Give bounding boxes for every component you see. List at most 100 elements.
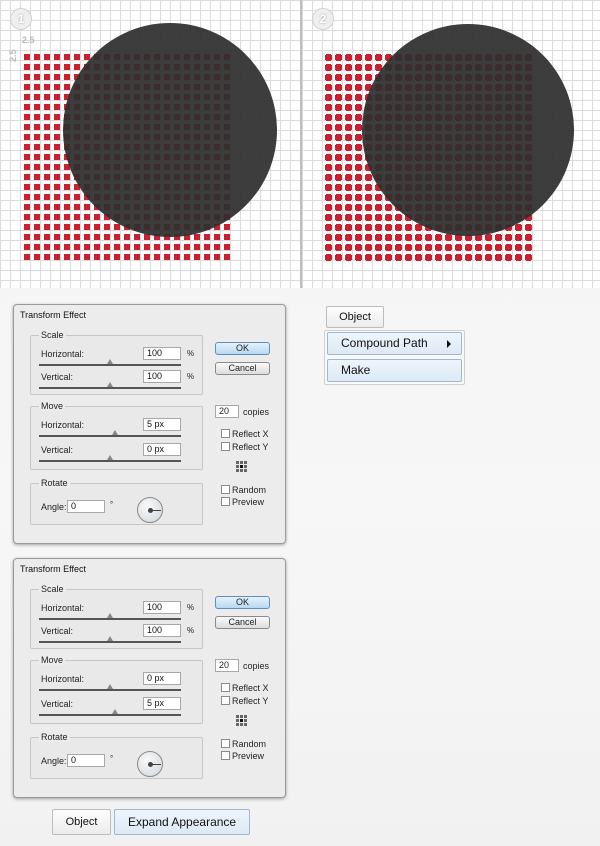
artboard-step-1: 1 2.5 2.5 [0,0,300,288]
reflect-y-checkbox[interactable] [221,696,230,705]
move-vertical-slider[interactable] [39,460,181,462]
scale-vertical-slider[interactable] [39,641,181,643]
cancel-button[interactable]: Cancel [215,616,270,629]
scale-vertical-label: Vertical: [41,372,74,382]
transform-effect-dialog-1: Transform Effect Scale Horizontal: 100 %… [13,304,286,544]
scale-horizontal-unit: % [187,349,195,358]
width-dimension-label: 2.5 [22,35,35,45]
move-horizontal-slider[interactable] [39,689,181,691]
scale-vertical-slider-thumb[interactable] [107,382,113,387]
preview-label: Preview [232,751,265,761]
compound-path-menu-item[interactable]: Compound Path [327,332,462,355]
move-horizontal-slider[interactable] [39,435,181,437]
dialog-title: Transform Effect [20,564,87,574]
scale-horizontal-unit: % [187,603,195,612]
transform-effect-dialog-2: Transform Effect Scale Horizontal: 100 %… [13,558,286,798]
step-badge-1: 1 [10,8,32,30]
angle-dial[interactable] [137,751,163,777]
scale-group-label: Scale [39,584,66,594]
copies-input[interactable]: 20 [215,659,239,672]
move-vertical-slider-thumb[interactable] [107,455,113,460]
ok-button[interactable]: OK [215,342,270,355]
reflect-x-label: Reflect X [232,683,269,693]
copies-label: copies [243,407,270,417]
angle-input[interactable]: 0 [67,754,105,767]
ok-button[interactable]: OK [215,596,270,609]
scale-horizontal-input[interactable]: 100 [143,347,181,360]
reflect-x-checkbox[interactable] [221,429,230,438]
move-vertical-input[interactable]: 0 px [143,443,181,456]
cancel-button[interactable]: Cancel [215,362,270,375]
expand-appearance-menu-item[interactable]: Expand Appearance [114,809,250,835]
dialog-title: Transform Effect [20,310,87,320]
reflect-x-checkbox[interactable] [221,683,230,692]
reflect-y-option[interactable]: Reflect Y [221,442,268,452]
angle-input[interactable]: 0 [67,500,105,513]
angle-dial[interactable] [137,497,163,523]
move-vertical-label: Vertical: [41,699,74,709]
move-vertical-slider-thumb[interactable] [112,709,118,714]
scale-vertical-input[interactable]: 100 [143,624,181,637]
make-menu-item[interactable]: Make [327,359,462,382]
reference-point-icon[interactable] [236,461,248,473]
scale-horizontal-label: Horizontal: [41,349,85,359]
random-option[interactable]: Random [221,739,266,749]
scale-horizontal-slider[interactable] [39,618,181,620]
reflect-x-option[interactable]: Reflect X [221,683,269,693]
step-badge-2: 2 [312,8,334,30]
object-menu-button-bottom[interactable]: Object [52,809,111,835]
scale-group: Scale Horizontal: 100 % Vertical: 100 % [30,584,203,649]
scale-group: Scale Horizontal: 100 % Vertical: 100 % [30,330,203,395]
random-option[interactable]: Random [221,485,266,495]
scale-vertical-slider[interactable] [39,387,181,389]
move-horizontal-slider-thumb[interactable] [107,684,113,689]
angle-dial-center [148,508,153,513]
reflect-y-checkbox[interactable] [221,442,230,451]
scale-vertical-unit: % [187,372,195,381]
scale-vertical-label: Vertical: [41,626,74,636]
move-horizontal-input[interactable]: 5 px [143,418,181,431]
compound-path-label: Compound Path [341,336,428,350]
preview-option[interactable]: Preview [221,751,264,761]
reference-point-icon[interactable] [236,715,248,727]
scale-group-label: Scale [39,330,66,340]
angle-dial-center [148,762,153,767]
preview-checkbox[interactable] [221,751,230,760]
angle-label: Angle: [41,756,67,766]
random-checkbox[interactable] [221,485,230,494]
reflect-y-label: Reflect Y [232,696,269,706]
move-vertical-slider[interactable] [39,714,181,716]
artwork-step-1 [24,23,277,260]
move-group: Move Horizontal: 0 px Vertical: 5 px [30,655,203,724]
copies-input[interactable]: 20 [215,405,239,418]
rotate-group-label: Rotate [39,478,70,488]
move-group-label: Move [39,655,66,665]
scale-vertical-input[interactable]: 100 [143,370,181,383]
move-horizontal-slider-thumb[interactable] [112,430,118,435]
angle-unit: ° [110,500,114,509]
height-dimension-label: 2.5 [8,49,18,62]
move-group-label: Move [39,401,66,411]
move-vertical-input[interactable]: 5 px [143,697,181,710]
angle-unit: ° [110,754,114,763]
preview-label: Preview [232,497,265,507]
random-label: Random [232,485,267,495]
object-menu-button[interactable]: Object [326,306,384,328]
scale-horizontal-input[interactable]: 100 [143,601,181,614]
move-horizontal-input[interactable]: 0 px [143,672,181,685]
scale-vertical-unit: % [187,626,195,635]
move-horizontal-label: Horizontal: [41,420,85,430]
scale-horizontal-slider-thumb[interactable] [107,613,113,618]
reflect-x-option[interactable]: Reflect X [221,429,269,439]
scale-vertical-slider-thumb[interactable] [107,636,113,641]
preview-option[interactable]: Preview [221,497,264,507]
artboard-step-2: 2 [302,0,600,288]
scale-horizontal-slider-thumb[interactable] [107,359,113,364]
random-checkbox[interactable] [221,739,230,748]
dark-circle [362,24,574,236]
preview-checkbox[interactable] [221,497,230,506]
scale-horizontal-slider[interactable] [39,364,181,366]
move-group: Move Horizontal: 5 px Vertical: 0 px [30,401,203,470]
reflect-y-option[interactable]: Reflect Y [221,696,268,706]
reflect-y-label: Reflect Y [232,442,269,452]
